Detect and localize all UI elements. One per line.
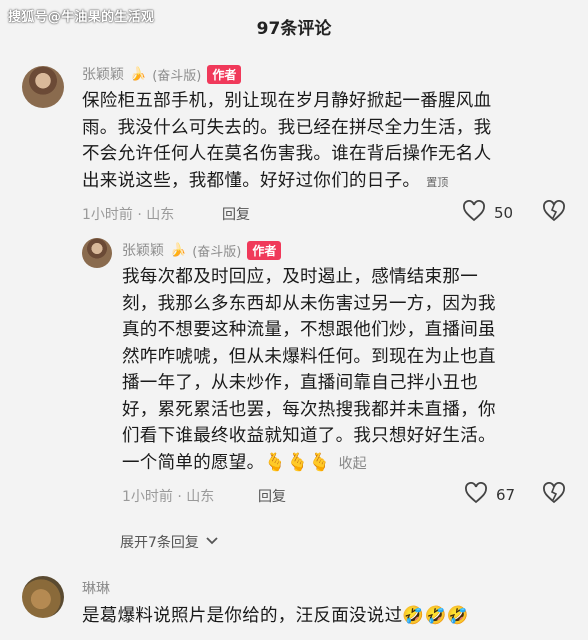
comment-line: 好，累死累活也罢，每次热搜我都并未直播，你 xyxy=(122,399,496,420)
expand-replies-button[interactable]: 展开7条回复 xyxy=(120,532,219,552)
author-badge: 作者 xyxy=(247,240,282,260)
banana-icon: 🍌 xyxy=(170,242,187,258)
dislike-button[interactable] xyxy=(542,482,566,508)
comment-text: 是葛爆料说照片是你给的，汪反面没说过🤣🤣🤣 xyxy=(82,603,582,630)
like-count: 67 xyxy=(496,486,516,504)
comment-line: 出来说这些，我都懂。好好过你们的日子。 置顶 xyxy=(82,170,449,191)
comment-line: 们看下谁最终收益就知道了。我只想好好生活。 xyxy=(122,426,496,446)
comment-line: 保险柜五部手机，别让现在岁月静好掀起一番腥风血 xyxy=(82,91,492,111)
comment-line: 然咋咋唬唬，但从未爆料任何。到现在为止也直 xyxy=(122,346,496,367)
avatar[interactable] xyxy=(82,238,112,268)
comment-line: 雨。我没什么可失去的。我已经在拼尽全力生活，我 xyxy=(82,117,492,138)
comment-meta: 1小时前 · 山东 xyxy=(122,489,215,505)
comment-meta: 1小时前 · 山东 xyxy=(82,207,175,223)
comment-line: 刻，我那么多东西却从未伤害过另一方，因为我 xyxy=(122,293,496,314)
like-button[interactable]: 67 xyxy=(464,482,515,508)
comment-author-name[interactable]: 琳琳 xyxy=(82,578,110,598)
author-tag: (奋斗版) xyxy=(152,68,202,84)
reply-button[interactable]: 回复 xyxy=(222,204,250,224)
author-badge: 作者 xyxy=(207,64,242,84)
author-tag: (奋斗版) xyxy=(192,244,242,260)
broken-heart-icon xyxy=(542,200,566,226)
like-button[interactable]: 50 xyxy=(462,200,513,226)
comment-text: 我每次都及时回应，及时遏止，感情结束那一 刻，我那么多东西却从未伤害过另一方，因… xyxy=(122,264,584,477)
comment-line: 我每次都及时回应，及时遏止，感情结束那一 xyxy=(122,267,478,287)
comment-line: 一个简单的愿望。🫰🫰🫰 收起 xyxy=(122,452,367,473)
page-title: 97条评论 xyxy=(256,19,332,39)
expand-replies-label: 展开7条回复 xyxy=(120,535,199,551)
comment-text: 保险柜五部手机，别让现在岁月静好掀起一番腥风血 雨。我没什么可失去的。我已经在拼… xyxy=(82,88,582,196)
comment-line: 不会允许任何人在莫名伤害我。谁在背后操作无名人 xyxy=(82,144,492,164)
comment-author-row: 张颖颖 🍌 (奋斗版) 作者 xyxy=(82,64,242,84)
comment-author-row: 张颖颖 🍌 (奋斗版) 作者 xyxy=(122,240,282,260)
avatar[interactable] xyxy=(22,576,64,618)
like-count: 50 xyxy=(494,204,514,222)
comment-author-row: 琳琳 xyxy=(82,578,110,598)
chevron-down-icon xyxy=(205,534,219,550)
comment-line: 真的不想要这种流量，不想跟他们炒，直播间虽 xyxy=(122,320,496,340)
pinned-label: 置顶 xyxy=(426,175,449,189)
comment-line: 播一年了，从未炒作，直播间靠自己拌小丑也 xyxy=(122,373,478,393)
comment-author-name[interactable]: 张颖颖 xyxy=(82,64,124,84)
heart-icon xyxy=(462,200,486,226)
collapse-button[interactable]: 收起 xyxy=(339,456,367,472)
dislike-button[interactable] xyxy=(542,200,566,226)
comments-header: 97条评论 xyxy=(0,0,588,46)
comment-author-name[interactable]: 张颖颖 xyxy=(122,240,164,260)
banana-icon: 🍌 xyxy=(130,66,147,82)
avatar[interactable] xyxy=(22,66,64,108)
reply-button[interactable]: 回复 xyxy=(258,486,286,506)
comment-line: 是葛爆料说照片是你给的，汪反面没说过🤣🤣🤣 xyxy=(82,606,469,626)
broken-heart-icon xyxy=(542,482,566,508)
heart-icon xyxy=(464,482,488,508)
